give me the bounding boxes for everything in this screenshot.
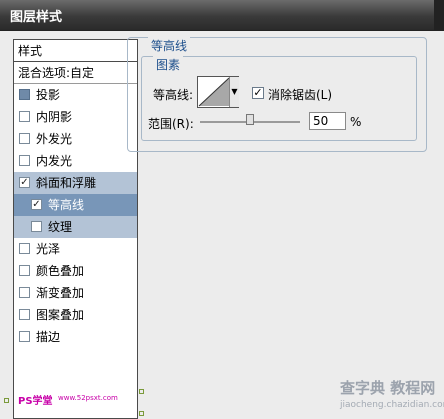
style-item-label: 颜色叠加 <box>36 264 85 278</box>
antialias-checkbox[interactable]: ✓ <box>252 87 264 99</box>
blend-options-item[interactable]: 混合选项:自定 <box>14 62 137 84</box>
contour-group-title: 等高线 <box>148 37 191 54</box>
style-item-label: 等高线 <box>48 198 85 212</box>
stroke-checkbox[interactable] <box>19 331 30 342</box>
contour-curve-icon <box>198 77 230 107</box>
ps-watermark: PS学堂 <box>18 396 53 407</box>
style-item-label: 纹理 <box>48 220 73 234</box>
satin-checkbox[interactable] <box>19 243 30 254</box>
style-item-label: 图案叠加 <box>36 308 85 322</box>
elements-group-title: 图素 <box>153 56 184 73</box>
texture-checkbox[interactable] <box>31 221 42 232</box>
style-item-label: 内阴影 <box>36 110 73 124</box>
range-unit: % <box>350 115 362 129</box>
style-item-color-overlay[interactable]: 颜色叠加 <box>14 260 137 282</box>
chevron-down-icon[interactable]: ▼ <box>229 77 239 107</box>
style-item-bevel-emboss[interactable]: ✓ 斜面和浮雕 <box>14 172 137 194</box>
corner-mark-icon <box>139 411 144 416</box>
style-item-texture[interactable]: 纹理 <box>14 216 137 238</box>
style-item-label: 描边 <box>36 330 61 344</box>
window-title: 图层样式 <box>10 10 63 25</box>
styles-panel: 样式 混合选项:自定 投影 内阴影 外发光 内发光 ✓ 斜面和浮雕 ✓ 等高线 … <box>13 39 138 419</box>
styles-header[interactable]: 样式 <box>14 40 137 62</box>
style-item-label: 内发光 <box>36 154 73 168</box>
watermark-main: 查字典 教程网 <box>340 379 436 397</box>
ps-watermark-url: www.52psxt.com <box>58 394 118 402</box>
style-item-outer-glow[interactable]: 外发光 <box>14 128 137 150</box>
title-bar: 图层样式 <box>0 0 444 31</box>
style-item-label: 光泽 <box>36 242 61 256</box>
outer-glow-checkbox[interactable] <box>19 133 30 144</box>
style-item-drop-shadow[interactable]: 投影 <box>14 84 137 106</box>
style-item-inner-glow[interactable]: 内发光 <box>14 150 137 172</box>
watermark-sub: jiaocheng.chazidian.com <box>340 400 444 410</box>
drop-shadow-checkbox[interactable] <box>19 89 30 100</box>
corner-mark-icon <box>139 389 144 394</box>
contour-checkbox[interactable]: ✓ <box>31 199 42 210</box>
range-input[interactable] <box>309 112 346 130</box>
style-item-label: 渐变叠加 <box>36 286 85 300</box>
style-item-label: 外发光 <box>36 132 73 146</box>
gradient-overlay-checkbox[interactable] <box>19 287 30 298</box>
pattern-overlay-checkbox[interactable] <box>19 309 30 320</box>
inner-shadow-checkbox[interactable] <box>19 111 30 122</box>
title-corner <box>434 0 444 30</box>
style-item-inner-shadow[interactable]: 内阴影 <box>14 106 137 128</box>
style-item-label: 投影 <box>36 88 61 102</box>
inner-glow-checkbox[interactable] <box>19 155 30 166</box>
range-slider-thumb[interactable] <box>246 114 254 125</box>
style-item-pattern-overlay[interactable]: 图案叠加 <box>14 304 137 326</box>
corner-mark-icon <box>4 398 9 403</box>
style-item-label: 斜面和浮雕 <box>36 176 97 190</box>
range-label: 范围(R): <box>148 117 194 131</box>
style-item-contour[interactable]: ✓ 等高线 <box>14 194 137 216</box>
style-item-satin[interactable]: 光泽 <box>14 238 137 260</box>
watermark: 查字典 教程网 jiaocheng.chazidian.com <box>340 377 444 419</box>
bevel-emboss-checkbox[interactable]: ✓ <box>19 177 30 188</box>
style-item-stroke[interactable]: 描边 <box>14 326 137 348</box>
color-overlay-checkbox[interactable] <box>19 265 30 276</box>
style-item-gradient-overlay[interactable]: 渐变叠加 <box>14 282 137 304</box>
contour-label: 等高线: <box>153 88 194 102</box>
antialias-label: 消除锯齿(L) <box>268 88 333 102</box>
